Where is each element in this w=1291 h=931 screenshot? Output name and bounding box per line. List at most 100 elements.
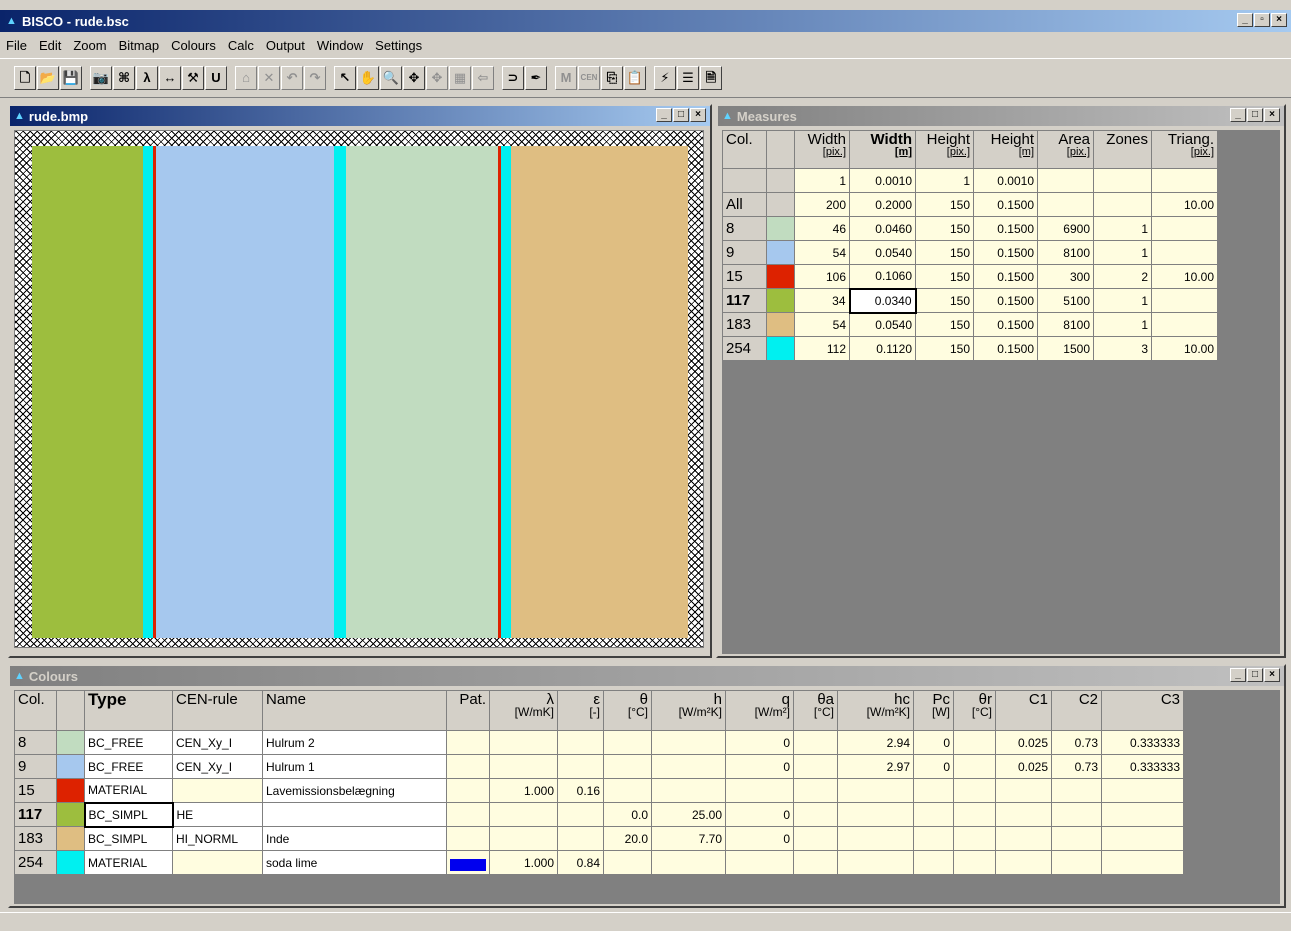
minimize-button[interactable]: _ <box>1230 668 1246 682</box>
close-button[interactable]: × <box>1264 668 1280 682</box>
colours-header-cell[interactable]: Name <box>262 690 447 731</box>
fill-icon[interactable]: ▦ <box>449 66 471 90</box>
measures-cell[interactable]: 8100 <box>1037 312 1094 337</box>
colours-cell[interactable] <box>651 754 726 779</box>
colours-cell[interactable] <box>1051 850 1102 875</box>
colours-cell[interactable]: 0.025 <box>995 730 1052 755</box>
camera-icon[interactable]: 📷 <box>90 66 112 90</box>
colours-cell[interactable] <box>995 802 1052 827</box>
colours-cell[interactable] <box>913 826 954 851</box>
cen-rule-cell[interactable]: HI_NORML <box>172 826 263 851</box>
measures-header-cell[interactable]: Height [m] <box>973 130 1038 169</box>
colours-cell[interactable]: 0.73 <box>1051 754 1102 779</box>
eraser-icon[interactable]: ⌂ <box>235 66 257 90</box>
pattern-cell[interactable] <box>446 730 490 755</box>
colours-icon[interactable]: ☰ <box>677 66 699 90</box>
colours-cell[interactable] <box>953 754 996 779</box>
measures-row[interactable]: 15 106 0.1060 150 0.1500 300 2 10.00 <box>722 264 1218 289</box>
colours-cell[interactable] <box>995 850 1052 875</box>
measures-row[interactable]: 9 54 0.0540 150 0.1500 8100 1 <box>722 240 1218 265</box>
measures-cell[interactable]: 0.1500 <box>973 336 1038 361</box>
measures-cell[interactable]: 0.0460 <box>849 216 916 241</box>
measures-cell[interactable]: 8100 <box>1037 240 1094 265</box>
measures-header-cell[interactable]: Width [pix.] <box>794 130 850 169</box>
colours-cell[interactable] <box>651 778 726 803</box>
name-cell[interactable]: Inde <box>262 826 447 851</box>
colours-cell[interactable] <box>1051 826 1102 851</box>
colours-cell[interactable] <box>489 754 558 779</box>
bitmap-window-titlebar[interactable]: ▲ rude.bmp _ □ × <box>10 106 710 126</box>
close-button[interactable]: × <box>1264 108 1280 122</box>
colours-header-cell[interactable]: Pc [W] <box>913 690 954 731</box>
strip-blue[interactable] <box>156 146 334 638</box>
zoom-icon[interactable]: 🔍 <box>380 66 402 90</box>
measures-cell[interactable]: 150 <box>915 312 974 337</box>
measures-cell[interactable]: 1500 <box>1037 336 1094 361</box>
measures-cell[interactable]: 10.00 <box>1151 336 1218 361</box>
paste-icon[interactable]: 📋 <box>624 66 646 90</box>
type-cell[interactable]: BC_FREE <box>84 754 173 779</box>
name-cell[interactable]: Hulrum 1 <box>262 754 447 779</box>
strip-tan[interactable] <box>511 146 688 638</box>
measures-cell[interactable]: 1 <box>1093 240 1152 265</box>
restore-button[interactable]: ▫ <box>1254 13 1270 27</box>
colours-cell[interactable] <box>793 850 838 875</box>
measures-cell[interactable]: 200 <box>794 192 850 217</box>
strip-cyan[interactable] <box>501 146 511 638</box>
colours-row[interactable]: 254 MATERIAL soda lime 1.000 0.84 <box>14 850 1184 875</box>
colours-cell[interactable]: 0.025 <box>995 754 1052 779</box>
colours-header-cell[interactable]: Col. <box>14 690 57 731</box>
measures-cell[interactable] <box>1037 192 1094 217</box>
close-button[interactable]: × <box>690 108 706 122</box>
delete-icon[interactable]: ✕ <box>258 66 280 90</box>
type-cell[interactable]: BC_SIMPL <box>84 826 173 851</box>
minimize-button[interactable]: _ <box>656 108 672 122</box>
colours-cell[interactable] <box>913 850 954 875</box>
colours-header-cell[interactable]: θa [°C] <box>793 690 838 731</box>
move2-icon[interactable]: ✥ <box>426 66 448 90</box>
measures-row[interactable]: 183 54 0.0540 150 0.1500 8100 1 <box>722 312 1218 337</box>
colours-header-cell[interactable]: hc [W/m²K] <box>837 690 914 731</box>
menu-edit[interactable]: Edit <box>39 38 61 53</box>
measures-cell[interactable]: 0.1500 <box>973 240 1038 265</box>
colours-row[interactable]: 8 BC_FREE CEN_Xy_I Hulrum 2 0 2.94 0 0.025 0.73 0… <box>14 730 1184 755</box>
tools-icon[interactable]: ⚒ <box>182 66 204 90</box>
colours-cell[interactable] <box>953 826 996 851</box>
measures-cell[interactable]: 1 <box>915 168 974 193</box>
colours-header-cell[interactable]: C2 <box>1051 690 1102 731</box>
measures-cell[interactable] <box>1151 240 1218 265</box>
colours-cell[interactable] <box>913 778 954 803</box>
measures-header-cell[interactable]: Height [pix.] <box>915 130 974 169</box>
colours-cell[interactable]: 0.0 <box>603 802 652 827</box>
measures-cell[interactable]: 0.1500 <box>973 192 1038 217</box>
pattern-cell[interactable] <box>446 778 490 803</box>
name-cell[interactable]: Hulrum 2 <box>262 730 447 755</box>
colours-cell[interactable] <box>793 730 838 755</box>
measures-cell[interactable]: 0.0340 <box>848 287 917 314</box>
bitmap-image[interactable] <box>32 146 688 638</box>
measures-cell[interactable]: 3 <box>1093 336 1152 361</box>
wand-icon[interactable]: ⚡ <box>654 66 676 90</box>
u-value-icon[interactable]: U <box>205 66 227 90</box>
hand-icon[interactable]: ✋ <box>357 66 379 90</box>
measures-cell[interactable] <box>1151 288 1218 313</box>
type-cell[interactable]: BC_SIMPL <box>83 801 174 828</box>
measures-cell[interactable]: 0.2000 <box>849 192 916 217</box>
colours-cell[interactable] <box>995 778 1052 803</box>
strip-mint[interactable] <box>346 146 498 638</box>
strip-cyan[interactable] <box>143 146 153 638</box>
measures-cell[interactable]: 106 <box>794 264 850 289</box>
cen-rule-cell[interactable] <box>172 850 263 875</box>
nodes-icon[interactable]: ⌘ <box>113 66 135 90</box>
name-cell[interactable]: soda lime <box>262 850 447 875</box>
menu-calc[interactable]: Calc <box>228 38 254 53</box>
colours-cell[interactable] <box>837 850 914 875</box>
measures-cell[interactable]: 5100 <box>1037 288 1094 313</box>
colours-header-cell[interactable]: CEN-rule <box>172 690 263 731</box>
type-cell[interactable]: MATERIAL <box>84 778 173 803</box>
colours-cell[interactable] <box>793 754 838 779</box>
colours-row[interactable]: 15 MATERIAL Lavemissionsbelægning 1.000 0.16 <box>14 778 1184 803</box>
colours-row[interactable]: 117 BC_SIMPL HE 0.0 25.00 0 <box>14 801 1184 828</box>
brush-icon[interactable]: ✒ <box>525 66 547 90</box>
colours-cell[interactable] <box>837 802 914 827</box>
